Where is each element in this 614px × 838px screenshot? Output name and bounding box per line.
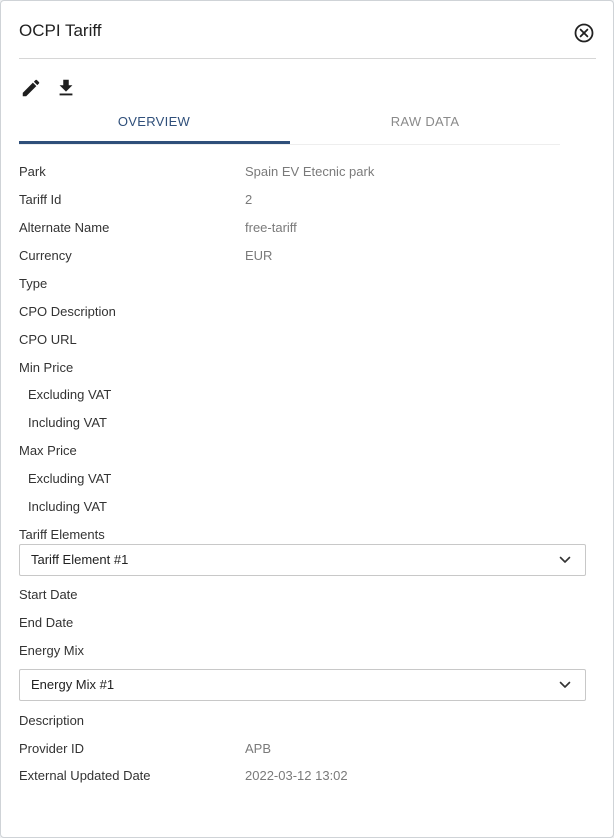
field-value: 2022-03-12 13:02 [245,768,348,783]
title-divider [19,58,596,59]
field-park: Park Spain EV Etecnic park [19,162,599,182]
field-min-price: Min Price [19,358,599,378]
close-icon[interactable] [573,22,595,44]
download-icon[interactable] [55,77,77,99]
tariff-element-select[interactable]: Tariff Element #1 [19,544,586,576]
field-min-including-vat: Including VAT [19,413,599,433]
field-label: End Date [19,615,74,630]
ocpi-tariff-dialog: OCPI Tariff OVERVIEW RAW DATA Park Spain… [0,0,614,838]
field-label: Excluding VAT [28,471,112,486]
field-max-price: Max Price [19,441,599,461]
field-value: 2 [245,192,253,207]
field-label: CPO URL [19,332,77,347]
field-label: External Updated Date [19,768,151,783]
field-tariff-elements: Tariff Elements [19,525,599,545]
pencil-icon[interactable] [20,77,42,99]
section-label: Min Price [19,360,74,375]
field-label: Description [19,713,85,728]
tab-raw-data[interactable]: RAW DATA [290,107,560,143]
field-currency: Currency EUR [19,246,599,266]
chevron-down-icon [559,681,571,688]
active-tab-indicator [19,141,290,144]
field-label: CPO Description [19,304,116,319]
section-label: Energy Mix [19,643,85,658]
tab-bar: OVERVIEW RAW DATA [19,107,560,145]
field-max-excluding-vat: Excluding VAT [19,469,599,489]
field-value: APB [245,741,272,756]
field-label: Provider ID [19,741,85,756]
field-value: Spain EV Etecnic park [245,164,375,179]
field-label: Start Date [19,587,78,602]
chevron-down-icon [559,556,571,563]
select-value: Tariff Element #1 [31,552,129,567]
field-value: free-tariff [245,220,297,235]
field-external-updated-date: External Updated Date 2022-03-12 13:02 [19,766,599,786]
field-label: Including VAT [28,499,108,514]
select-value: Energy Mix #1 [31,677,115,692]
field-alternate-name: Alternate Name free-tariff [19,218,599,238]
field-label: Excluding VAT [28,387,112,402]
section-label: Max Price [19,443,77,458]
field-energy-mix: Energy Mix [19,641,599,661]
field-label: Including VAT [28,415,108,430]
field-type: Type [19,274,599,294]
dialog-title: OCPI Tariff [19,21,102,40]
field-tariff-id: Tariff Id 2 [19,190,599,210]
field-label: Park [19,164,46,179]
field-start-date: Start Date [19,585,599,605]
field-end-date: End Date [19,613,599,633]
field-min-excluding-vat: Excluding VAT [19,385,599,405]
field-label: Tariff Id [19,192,62,207]
field-max-including-vat: Including VAT [19,497,599,517]
section-label: Tariff Elements [19,527,105,542]
field-label: Currency [19,248,72,263]
energy-mix-select[interactable]: Energy Mix #1 [19,669,586,701]
field-description: Description [19,711,599,731]
field-label: Alternate Name [19,220,110,235]
field-cpo-description: CPO Description [19,302,599,322]
tab-overview[interactable]: OVERVIEW [19,107,289,143]
field-value: EUR [245,248,273,263]
field-label: Type [19,276,48,291]
field-provider-id: Provider ID APB [19,739,599,759]
field-cpo-url: CPO URL [19,330,599,350]
